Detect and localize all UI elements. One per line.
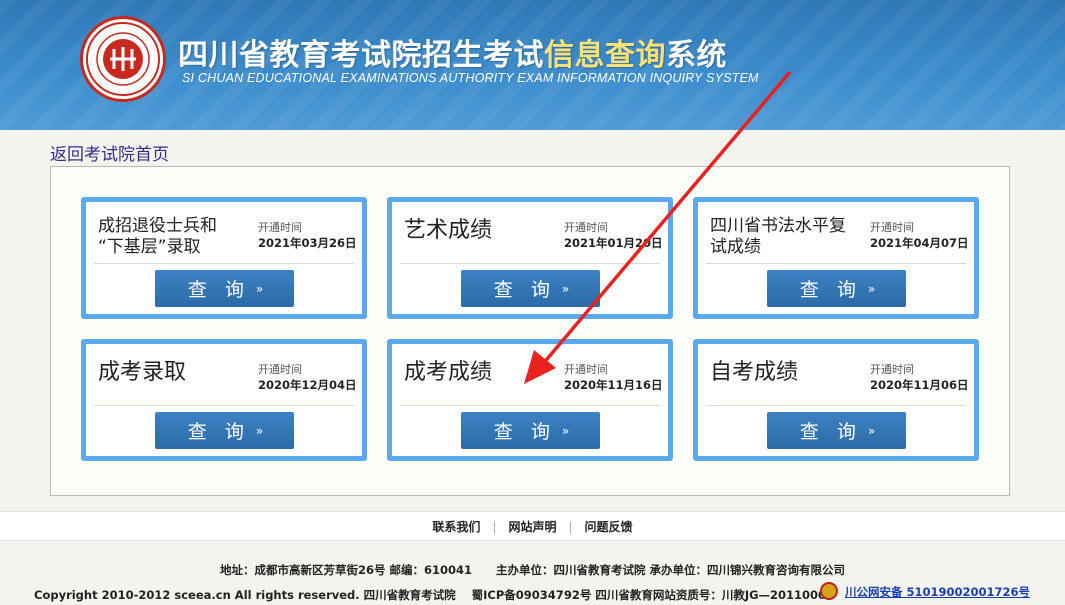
open-date: 2021年01月20日 xyxy=(564,236,663,250)
footer-link-contact[interactable]: 联系我们 xyxy=(420,520,492,534)
sceea-logo xyxy=(80,16,166,102)
double-chevron-right-icon: » xyxy=(561,281,569,296)
header-banner: 四川省教育考试院招生考试信息查询系统 SI CHUAN EDUCATIONAL … xyxy=(0,0,1065,130)
address-text: 地址：成都市高新区芳草街26号 邮编：610041 xyxy=(219,563,472,577)
open-time-label: 开通时间 xyxy=(258,221,302,234)
footer-links: 联系我们 | 网站声明 | 问题反馈 xyxy=(0,518,1065,535)
icp-text: 蜀ICP备09034792号 四川省教育网站资质号：川教JG—20110002 xyxy=(471,588,835,602)
divider xyxy=(94,263,354,264)
card-title: 成考成绩 xyxy=(404,360,493,385)
open-date: 2021年04月07日 xyxy=(870,236,969,250)
footer-link-statement[interactable]: 网站声明 xyxy=(496,520,568,534)
card-title: 成招退役士兵和 “下基层”录取 xyxy=(98,216,217,257)
divider xyxy=(400,263,660,264)
double-chevron-right-icon: » xyxy=(867,281,875,296)
query-button[interactable]: 查 询» xyxy=(461,412,600,449)
footer-link-feedback[interactable]: 问题反馈 xyxy=(573,520,645,534)
card-title: 艺术成绩 xyxy=(404,218,493,243)
separator: | xyxy=(568,520,573,534)
query-button[interactable]: 查 询» xyxy=(767,412,906,449)
query-button[interactable]: 查 询» xyxy=(461,270,600,307)
card-self-study-scores: 自考成绩 开通时间 2020年11月06日 查 询» xyxy=(693,339,979,461)
divider xyxy=(706,405,966,406)
divider xyxy=(94,405,354,406)
card-art-scores: 艺术成绩 开通时间 2021年01月20日 查 询» xyxy=(387,197,673,319)
card-calligraphy-scores: 四川省书法水平复 试成绩 开通时间 2021年04月07日 查 询» xyxy=(693,197,979,319)
open-time-label: 开通时间 xyxy=(870,221,914,234)
open-date: 2020年11月16日 xyxy=(564,378,663,392)
query-panel: 成招退役士兵和 “下基层”录取 开通时间 2021年03月26日 查 询» 艺术成… xyxy=(50,166,1010,496)
back-to-home-link[interactable]: 返回考试院首页 xyxy=(50,140,169,165)
open-time-label: 开通时间 xyxy=(870,363,914,376)
card-adult-scores: 成考成绩 开通时间 2020年11月16日 查 询» xyxy=(387,339,673,461)
open-time-label: 开通时间 xyxy=(564,221,608,234)
divider xyxy=(400,405,660,406)
card-title: 四川省书法水平复 试成绩 xyxy=(710,216,846,257)
double-chevron-right-icon: » xyxy=(255,423,263,438)
divider xyxy=(706,263,966,264)
double-chevron-right-icon: » xyxy=(255,281,263,296)
police-record-link[interactable]: 川公网安备 51019002001726号 xyxy=(845,584,1030,600)
open-date: 2020年12月04日 xyxy=(258,378,357,392)
system-subtitle: SI CHUAN EDUCATIONAL EXAMINATIONS AUTHOR… xyxy=(182,71,759,85)
query-button[interactable]: 查 询» xyxy=(155,412,294,449)
card-adult-admission: 成考录取 开通时间 2020年12月04日 查 询» xyxy=(81,339,367,461)
system-title: 四川省教育考试院招生考试信息查询系统 xyxy=(178,38,727,73)
open-date: 2020年11月06日 xyxy=(870,378,969,392)
copyright-text: Copyright 2010-2012 sceea.cn All rights … xyxy=(34,588,456,602)
open-date: 2021年03月26日 xyxy=(258,236,357,250)
open-time-label: 开通时间 xyxy=(564,363,608,376)
query-button[interactable]: 查 询» xyxy=(155,270,294,307)
query-button[interactable]: 查 询» xyxy=(767,270,906,307)
double-chevron-right-icon: » xyxy=(561,423,569,438)
card-title: 自考成绩 xyxy=(710,360,799,385)
organizer-text: 主办单位：四川省教育考试院 承办单位：四川锦兴教育咨询有限公司 xyxy=(496,563,846,577)
footer-address: 地址：成都市高新区芳草街26号 邮编：610041 主办单位：四川省教育考试院 … xyxy=(0,562,1065,578)
footer-copyright: Copyright 2010-2012 sceea.cn All rights … xyxy=(34,587,850,603)
card-veteran-admission: 成招退役士兵和 “下基层”录取 开通时间 2021年03月26日 查 询» xyxy=(81,197,367,319)
double-chevron-right-icon: » xyxy=(867,423,875,438)
seal-icon xyxy=(86,22,160,96)
card-title: 成考录取 xyxy=(98,360,187,385)
police-badge-icon xyxy=(820,582,838,600)
open-time-label: 开通时间 xyxy=(258,363,302,376)
